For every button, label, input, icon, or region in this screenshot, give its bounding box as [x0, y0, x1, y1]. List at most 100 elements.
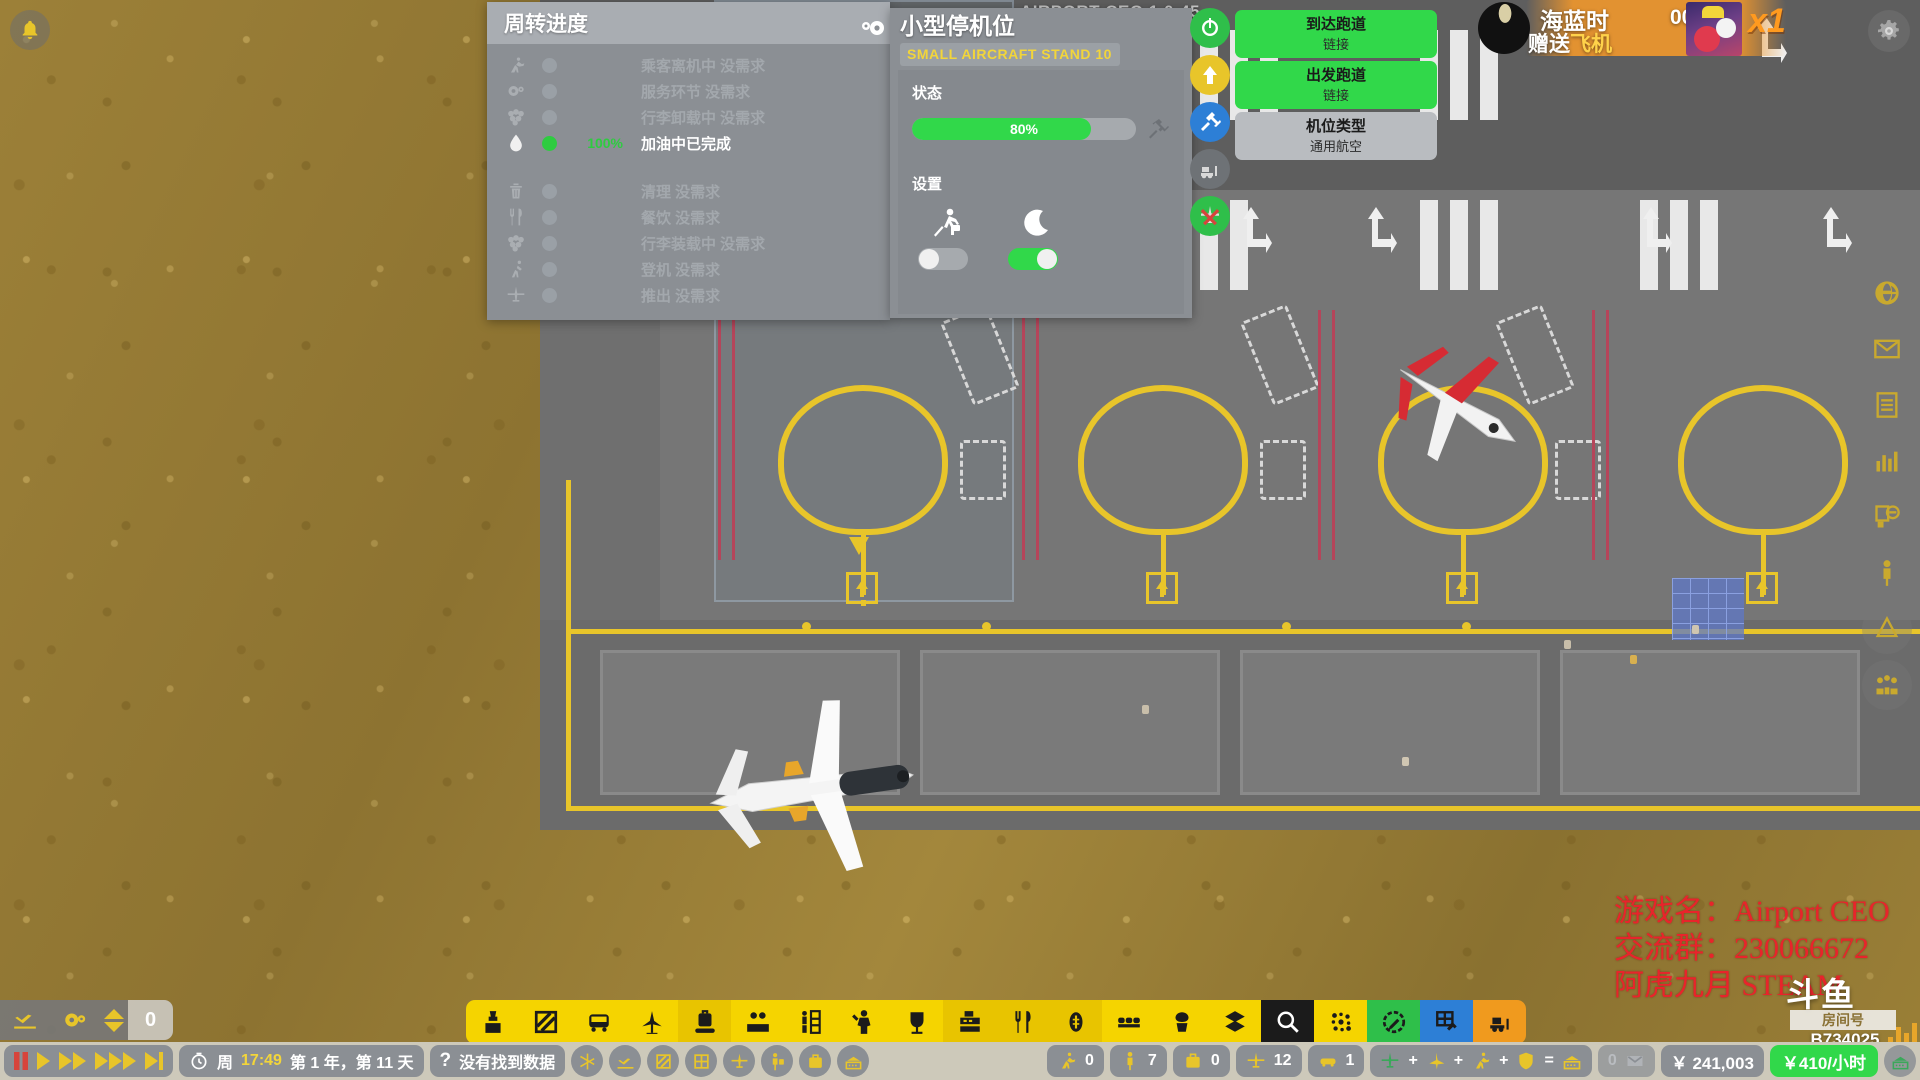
balance-pill[interactable]: ￥ 241,003 — [1660, 1045, 1764, 1077]
room-label: 房间号 — [1790, 1010, 1896, 1030]
stepper-icon[interactable] — [100, 1008, 128, 1032]
clock-pill[interactable]: 周 17:49 第 1 年，第 11 天 — [179, 1045, 424, 1077]
mail-pill[interactable]: 0 — [1597, 1045, 1655, 1077]
baggage-count-pill[interactable]: 0 — [1172, 1045, 1230, 1077]
aircraft-white[interactable] — [677, 675, 933, 905]
help-pill[interactable]: ? 没有找到数据 — [429, 1045, 566, 1077]
money-tool[interactable] — [1049, 1000, 1102, 1044]
turnaround-row[interactable]: 行李卸载中 没需求 — [487, 104, 890, 130]
income-badge[interactable]: ￥410/小时 — [1769, 1045, 1878, 1077]
chart-button[interactable] — [1862, 436, 1912, 486]
turnaround-row[interactable]: 乘客离机中 没需求 — [487, 52, 890, 78]
vehicle-tool[interactable] — [572, 1000, 625, 1044]
staff-icon — [772, 1052, 784, 1070]
platform-logo: 斗鱼 — [1786, 976, 1856, 1013]
coin-icon — [1069, 1012, 1082, 1032]
vehicle-count-pill[interactable]: 1 — [1307, 1045, 1365, 1077]
globe-button[interactable] — [1862, 268, 1912, 318]
terminal-tool[interactable] — [466, 1000, 519, 1044]
turnaround-row[interactable]: 餐饮 没需求 — [487, 204, 890, 230]
departure-runway-link[interactable]: 出发跑道 链接 — [1235, 61, 1437, 109]
allow-walk-boarding-toggle[interactable] — [918, 248, 968, 270]
faster-forward-icon[interactable] — [95, 1052, 136, 1070]
staff-tool[interactable] — [731, 1000, 784, 1044]
weather-toggle[interactable] — [571, 1045, 604, 1077]
passenger-count-pill[interactable]: 7 — [1109, 1045, 1167, 1077]
notification-bell-button[interactable] — [10, 10, 50, 50]
power-button[interactable] — [1190, 8, 1230, 48]
turnaround-label: 推出 没需求 — [641, 287, 721, 305]
arrival-runway-link[interactable]: 到达跑道 链接 — [1235, 10, 1437, 58]
turnaround-row[interactable]: 行李装载中 没需求 — [487, 230, 890, 256]
stand-type-button[interactable]: 机位类型 通用航空 — [1235, 112, 1437, 160]
zones-tool[interactable] — [519, 1000, 572, 1044]
terminal-green-icon — [1892, 1056, 1908, 1069]
checkout-tool[interactable] — [943, 1000, 996, 1044]
fast-forward-icon[interactable] — [59, 1052, 86, 1070]
food-tool[interactable] — [996, 1000, 1049, 1044]
terminal-status-button[interactable] — [1884, 1045, 1916, 1077]
turnaround-row[interactable]: 登机 没需求 — [487, 256, 890, 282]
paint-tool[interactable] — [1367, 1000, 1420, 1044]
grid-toggle[interactable] — [685, 1045, 718, 1077]
people-button[interactable] — [1862, 660, 1912, 710]
aircraft-toggle[interactable] — [723, 1045, 756, 1077]
contracts-button[interactable] — [1862, 492, 1912, 542]
demolish-tool[interactable] — [1473, 1000, 1526, 1044]
baggage-tool[interactable] — [678, 1000, 731, 1044]
stand-info-panel[interactable]: 小型停机位 SMALL AIRCRAFT STAND 10 状态 80% 设置 — [862, 8, 1192, 318]
bottom-left-control[interactable]: 0 — [0, 1000, 173, 1040]
scatter-tool[interactable] — [1314, 1000, 1367, 1044]
search-tool[interactable] — [1261, 1000, 1314, 1044]
ground-person — [1142, 705, 1149, 714]
service-zone — [1260, 440, 1306, 500]
terminal-toggle[interactable] — [837, 1045, 870, 1077]
capacity-formula-pill[interactable]: + + + = — [1370, 1045, 1592, 1077]
bell-alert-button[interactable] — [1862, 604, 1912, 654]
gears-icon[interactable] — [860, 16, 886, 42]
turnaround-progress-panel[interactable]: 周转进度 乘客离机中 没需求 服务环节 没需求 行李卸载中 没需求 100% 加… — [487, 2, 890, 320]
misc-tool[interactable] — [1208, 1000, 1261, 1044]
gift-action-line: 赠送飞机 — [1528, 28, 1612, 58]
shops-tool[interactable] — [784, 1000, 837, 1044]
settings-button[interactable] — [1868, 10, 1910, 52]
gears-button[interactable] — [50, 1007, 100, 1033]
night-operations-toggle[interactable] — [1008, 248, 1058, 270]
build-group-search — [1261, 1000, 1314, 1044]
deboarding-count-pill[interactable]: 0 — [1047, 1045, 1104, 1077]
play-icon[interactable] — [37, 1052, 50, 1070]
security-tool[interactable] — [837, 1000, 890, 1044]
pause-icon[interactable] — [14, 1052, 28, 1070]
build-toolbar[interactable] — [466, 1000, 1526, 1044]
mail-button[interactable] — [1862, 324, 1912, 374]
staff-button[interactable] — [1862, 548, 1912, 598]
toilet-tool[interactable] — [890, 1000, 943, 1044]
bulldoze-button[interactable] — [1190, 149, 1230, 189]
runway-tool[interactable] — [625, 1000, 678, 1044]
formula-plus: + — [1408, 1052, 1418, 1069]
turnaround-row[interactable]: 清理 没需求 — [487, 178, 890, 204]
settings-section-label: 设置 — [912, 176, 943, 193]
repair-button[interactable] — [1190, 102, 1230, 142]
turnaround-row-fuel[interactable]: 100% 加油中已完成 — [487, 130, 890, 156]
baggage-toggle[interactable] — [799, 1045, 832, 1077]
fastest-forward-icon[interactable] — [145, 1052, 163, 1070]
takeoff-button[interactable] — [0, 1007, 50, 1033]
seating-tool[interactable] — [1102, 1000, 1155, 1044]
turnaround-row[interactable]: 推出 没需求 — [487, 282, 890, 308]
turnaround-label: 行李装载中 没需求 — [641, 235, 766, 253]
aircraft-count-pill[interactable]: 12 — [1235, 1045, 1302, 1077]
watermark-line-2: 交流群：230066672 — [1614, 932, 1869, 965]
flights-toggle[interactable] — [609, 1045, 642, 1077]
staff-toggle[interactable] — [761, 1045, 794, 1077]
speed-controls[interactable] — [4, 1045, 173, 1077]
turnaround-row[interactable]: 服务环节 没需求 — [487, 78, 890, 104]
build-tool[interactable] — [1420, 1000, 1473, 1044]
grid-icon — [693, 1053, 709, 1069]
move-button[interactable] — [1190, 55, 1230, 95]
close-button[interactable] — [1190, 196, 1230, 236]
hammer-wrench-icon[interactable] — [1136, 117, 1170, 141]
decor-tool[interactable] — [1155, 1000, 1208, 1044]
invoice-button[interactable] — [1862, 380, 1912, 430]
zones-toggle[interactable] — [647, 1045, 680, 1077]
